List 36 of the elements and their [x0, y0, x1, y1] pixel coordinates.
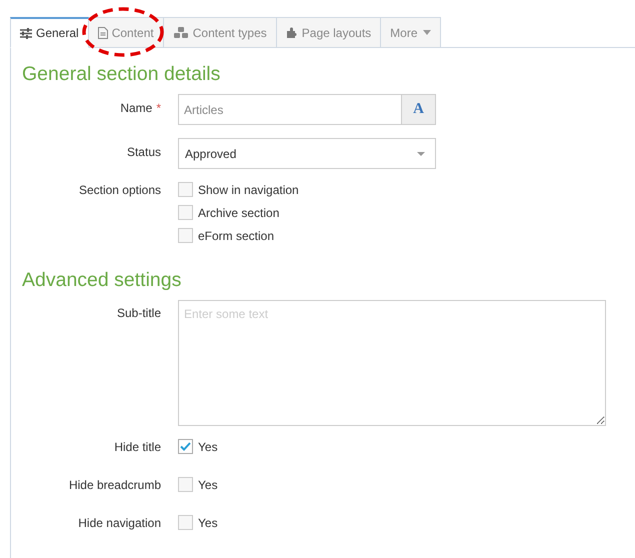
- section-heading: Advanced settings: [22, 268, 182, 293]
- field-label: Name: [120, 101, 152, 115]
- checkbox[interactable]: [178, 477, 193, 492]
- tab[interactable]: More: [381, 17, 441, 48]
- status-dropdown[interactable]: Approved: [178, 138, 436, 169]
- required-asterisk: *: [156, 101, 161, 115]
- field-label: Hide navigation: [78, 516, 161, 530]
- sliders-icon: [20, 28, 32, 38]
- checkbox[interactable]: [178, 205, 193, 220]
- document-icon: [98, 26, 108, 38]
- tab[interactable]: Page layouts: [276, 17, 382, 48]
- checkbox-label: Yes: [198, 516, 218, 530]
- checkbox-label: Archive section: [198, 206, 280, 220]
- caret-icon: [422, 30, 431, 35]
- field-label: Hide title: [114, 440, 161, 454]
- cubes-icon: [172, 26, 189, 38]
- caret-icon: [417, 152, 425, 156]
- field-label: Sub-title: [116, 306, 161, 320]
- checkbox[interactable]: [178, 228, 193, 243]
- checkbox-label: Show in navigation: [198, 182, 299, 196]
- tab[interactable]: General: [10, 17, 89, 48]
- checkbox-label: eForm section: [198, 228, 274, 242]
- field-label: Status: [126, 145, 161, 159]
- font-button[interactable]: A: [401, 94, 436, 125]
- checkbox-label: Yes: [198, 440, 218, 454]
- checkbox[interactable]: [178, 439, 193, 454]
- section-heading: General section details: [22, 62, 222, 87]
- tab[interactable]: Content: [88, 17, 164, 48]
- checkbox[interactable]: [178, 182, 193, 197]
- checkbox[interactable]: [178, 515, 193, 530]
- tab[interactable]: Content types: [164, 17, 277, 48]
- puzzle-icon: [286, 26, 298, 38]
- checkbox-label: Yes: [198, 478, 218, 492]
- field-label: Hide breadcrumb: [68, 478, 161, 492]
- name-input[interactable]: Articles: [178, 94, 401, 125]
- field-label: Section options: [78, 183, 161, 197]
